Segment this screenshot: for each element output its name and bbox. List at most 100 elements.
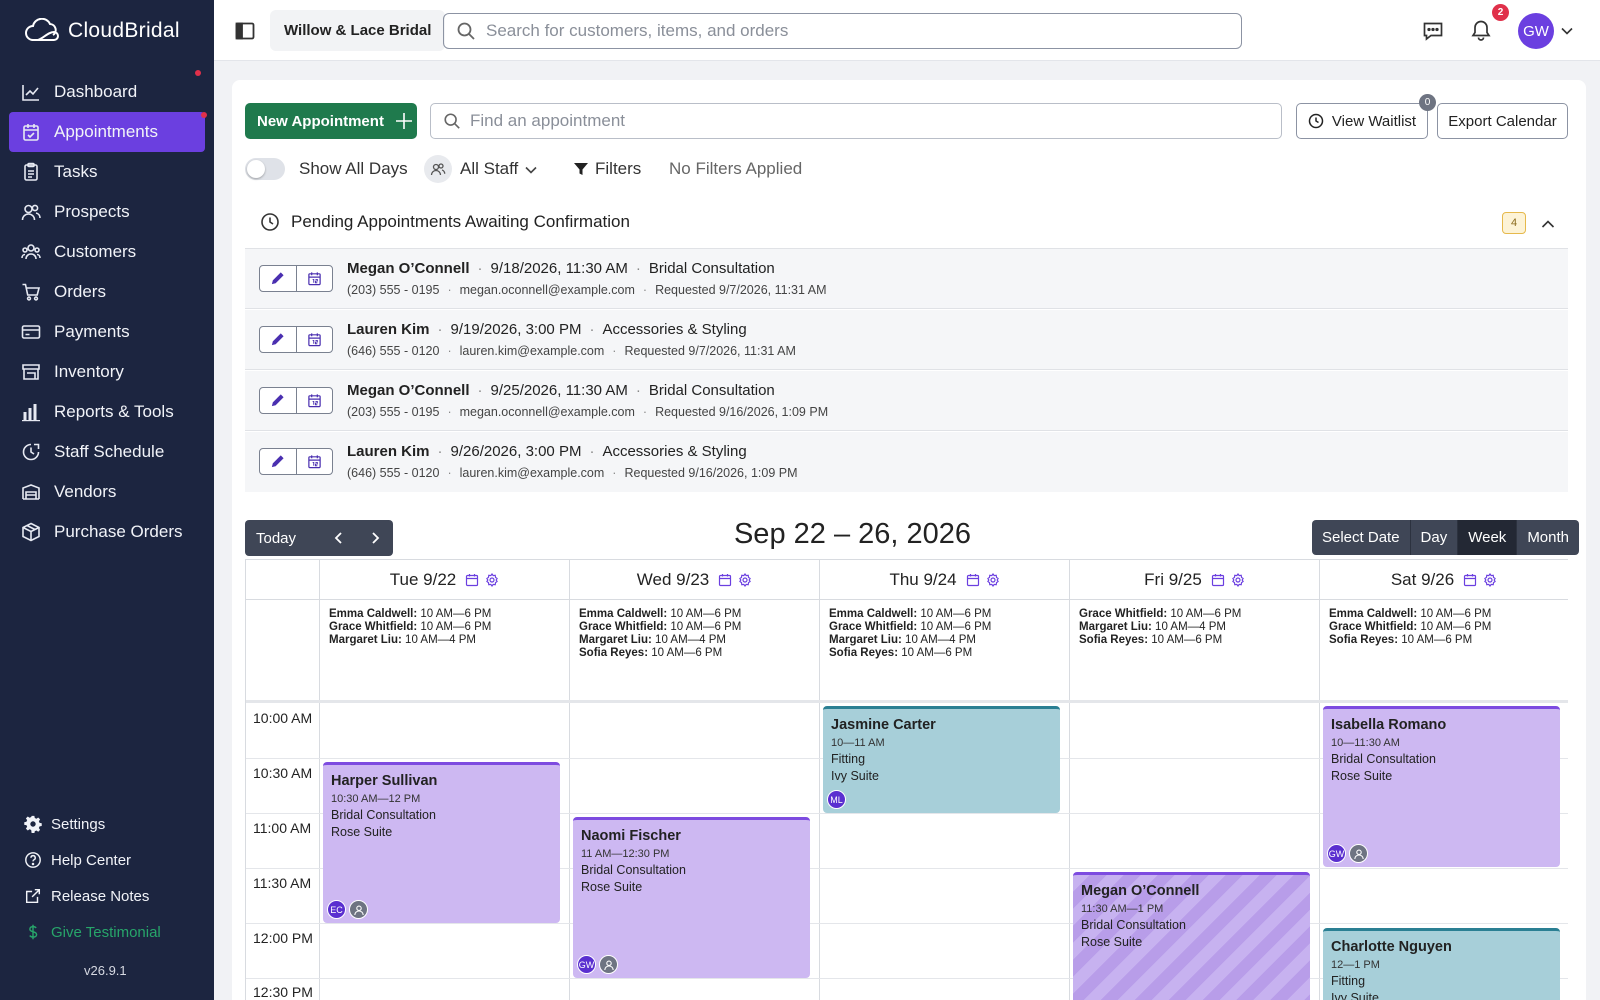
appointment-card[interactable]: Isabella Romano 10—11:30 AM Bridal Consu… — [1323, 706, 1560, 867]
settings-icon[interactable] — [485, 572, 499, 587]
pending-header[interactable]: Pending Appointments Awaiting Confirmati… — [260, 212, 630, 232]
sidebar-item-reports[interactable]: Reports & Tools — [9, 392, 205, 432]
assigned-staff: EC — [327, 900, 368, 919]
edit-button[interactable] — [260, 327, 297, 352]
customer-name[interactable]: Megan O’Connell — [347, 260, 470, 277]
settings-icon[interactable] — [1483, 572, 1497, 587]
bell-icon[interactable] — [1470, 19, 1492, 41]
waitlist-count-badge: 0 — [1419, 94, 1436, 111]
sidebar-item-customers[interactable]: Customers — [9, 232, 205, 272]
user-avatar[interactable]: GW — [1518, 13, 1554, 49]
all-staff-label[interactable]: All Staff — [460, 159, 518, 179]
sidebar-item-vendors[interactable]: Vendors — [9, 472, 205, 512]
edit-button[interactable] — [260, 449, 297, 474]
view-day[interactable]: Day — [1409, 520, 1458, 555]
chevron-down-icon[interactable] — [1560, 24, 1574, 38]
appointment-card[interactable]: Naomi Fischer 11 AM—12:30 PM Bridal Cons… — [573, 817, 810, 978]
customer-name[interactable]: Megan O’Connell — [347, 382, 470, 399]
confirm-calendar-button[interactable] — [297, 388, 333, 413]
store-selector[interactable]: Willow & Lace Bridal — [270, 10, 446, 51]
email: lauren.kim@example.com — [459, 466, 605, 480]
staff-avatar[interactable]: EC — [327, 900, 346, 919]
sidebar-item-inventory[interactable]: Inventory — [9, 352, 205, 392]
staff-avatar[interactable]: GW — [1327, 844, 1346, 863]
filters-button[interactable]: Filters — [595, 159, 641, 179]
sidebar-item-give-testimonial[interactable]: Give Testimonial — [24, 914, 204, 950]
settings-icon[interactable] — [986, 572, 1000, 587]
view-waitlist-label: View Waitlist — [1331, 112, 1417, 130]
customer-name[interactable]: Lauren Kim — [347, 321, 430, 338]
staff-hours: Emma Caldwell: 10 AM—6 PM Grace Whitfiel… — [829, 608, 991, 660]
sidebar-item-payments[interactable]: Payments — [9, 312, 205, 352]
confirm-calendar-button[interactable] — [297, 266, 333, 291]
chevron-right-icon — [372, 532, 380, 544]
payment-card-icon — [21, 325, 41, 339]
sidebar-item-help-center[interactable]: Help Center — [24, 842, 204, 878]
assigned-staff: ML — [827, 790, 846, 809]
day-header-fri[interactable]: Fri 9/25 — [1070, 560, 1319, 600]
staff-avatar[interactable]: ML — [827, 790, 846, 809]
day-header-wed[interactable]: Wed 9/23 — [570, 560, 819, 600]
sidebar-item-orders[interactable]: Orders — [9, 272, 205, 312]
user-avatar-icon[interactable] — [1349, 844, 1368, 863]
sidebar-item-prospects[interactable]: Prospects — [9, 192, 205, 232]
sidebar-item-staff-schedule[interactable]: Staff Schedule — [9, 432, 205, 472]
sidebar-item-purchase-orders[interactable]: Purchase Orders — [9, 512, 205, 552]
settings-icon[interactable] — [738, 572, 752, 587]
day-header-sat[interactable]: Sat 9/26 — [1320, 560, 1568, 600]
view-waitlist-button[interactable]: View Waitlist — [1296, 103, 1428, 139]
edit-button[interactable] — [260, 266, 297, 291]
appointment-card[interactable]: Jasmine Carter 10—11 AM Fitting Ivy Suit… — [823, 706, 1060, 813]
today-button[interactable]: Today — [245, 530, 321, 547]
sidebar-item-tasks[interactable]: Tasks — [9, 152, 205, 192]
global-search-input[interactable]: Search for customers, items, and orders — [443, 13, 1242, 49]
day-header-thu[interactable]: Thu 9/24 — [820, 560, 1069, 600]
next-week-button[interactable] — [357, 520, 393, 556]
edit-button[interactable] — [260, 388, 297, 413]
appointment-card[interactable]: Charlotte Nguyen 12—1 PM Fitting Ivy Sui… — [1323, 928, 1560, 1000]
day-header-tue[interactable]: Tue 9/22 — [320, 560, 569, 600]
confirm-calendar-button[interactable] — [297, 449, 333, 474]
calendar-icon[interactable] — [1463, 573, 1477, 587]
all-staff-selector[interactable] — [424, 155, 452, 183]
find-appointment-input[interactable]: Find an appointment — [430, 103, 1282, 139]
chevron-down-icon[interactable] — [524, 163, 538, 177]
export-calendar-button[interactable]: Export Calendar — [1437, 103, 1568, 139]
sidebar-item-appointments[interactable]: Appointments — [9, 112, 207, 152]
sidebar-item-dashboard[interactable]: Dashboard — [9, 70, 205, 112]
new-appointment-button[interactable]: New Appointment — [245, 103, 417, 139]
settings-icon[interactable] — [1231, 572, 1245, 587]
confirm-calendar-button[interactable] — [297, 327, 333, 352]
sidebar-item-settings[interactable]: Settings — [24, 806, 204, 842]
chat-icon[interactable] — [1422, 20, 1444, 42]
view-month[interactable]: Month — [1516, 520, 1579, 555]
calendar-icon[interactable] — [718, 573, 732, 587]
appointment-card-pending[interactable]: Megan O’Connell 11:30 AM—1 PM Bridal Con… — [1073, 872, 1310, 1000]
staff-name: Grace Whitfield: — [1079, 608, 1168, 620]
calendar-icon[interactable] — [966, 573, 980, 587]
view-week[interactable]: Week — [1457, 520, 1517, 555]
sidebar-item-label: Customers — [54, 242, 137, 261]
appointment-datetime: 9/26/2026, 3:00 PM — [450, 443, 582, 460]
brand-logo[interactable]: CloudBridal — [24, 18, 180, 44]
day-label: Thu 9/24 — [889, 569, 957, 589]
user-avatar-icon[interactable] — [349, 900, 368, 919]
chevron-up-icon[interactable] — [1540, 216, 1556, 232]
users-icon — [430, 163, 446, 176]
staff-hours: Grace Whitfield: 10 AM—6 PM Margaret Liu… — [1079, 608, 1241, 647]
event-room: Rose Suite — [1081, 935, 1143, 949]
sidebar-item-release-notes[interactable]: Release Notes — [24, 878, 204, 914]
user-avatar-icon[interactable] — [599, 955, 618, 974]
appointment-card[interactable]: Harper Sullivan 10:30 AM—12 PM Bridal Co… — [323, 762, 560, 923]
sidebar-item-label: Release Notes — [51, 887, 150, 905]
sidebar-toggle-icon[interactable] — [234, 20, 256, 42]
calendar-icon[interactable] — [465, 573, 479, 587]
calendar-icon[interactable] — [1211, 573, 1225, 587]
customer-name[interactable]: Lauren Kim — [347, 443, 430, 460]
prev-week-button[interactable] — [321, 520, 357, 556]
filter-icon[interactable] — [573, 161, 589, 177]
show-all-days-toggle[interactable] — [245, 158, 285, 180]
view-select-date[interactable]: Select Date — [1312, 520, 1410, 555]
staff-avatar[interactable]: GW — [577, 955, 596, 974]
search-icon — [444, 113, 460, 129]
